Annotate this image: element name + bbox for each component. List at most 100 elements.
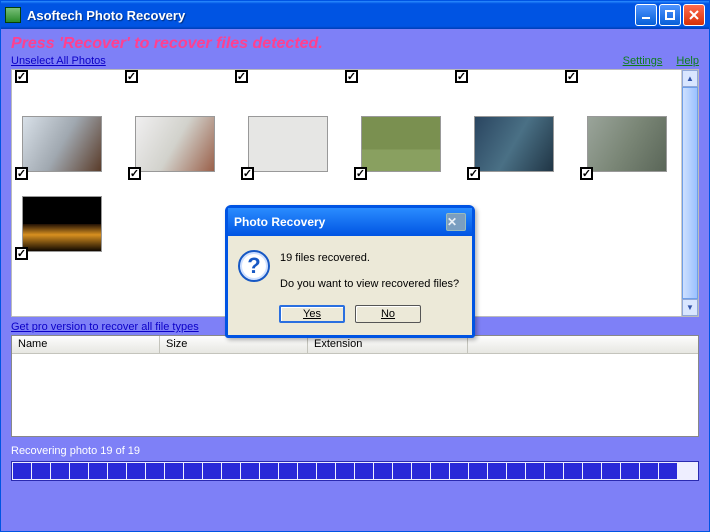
progress-segment (450, 463, 468, 479)
scroll-thumb[interactable] (682, 87, 698, 299)
checkbox[interactable] (467, 167, 480, 180)
thumbnail-image (22, 196, 102, 252)
scrollbar[interactable]: ▲ ▼ (681, 70, 698, 316)
progress-segment (260, 463, 278, 479)
progress-segment (374, 463, 392, 479)
dialog-body: ? 19 files recovered. Do you want to vie… (228, 236, 472, 301)
checkbox[interactable] (128, 167, 141, 180)
dialog-line1: 19 files recovered. (280, 250, 459, 268)
window-title: Asoftech Photo Recovery (27, 8, 635, 23)
progress-segment (393, 463, 411, 479)
status-text: Recovering photo 19 of 19 (11, 445, 699, 457)
progress-segment (469, 463, 487, 479)
progress-segment (222, 463, 240, 479)
yes-button[interactable]: Yes (279, 305, 345, 323)
progress-segment (51, 463, 69, 479)
progress-segment (507, 463, 525, 479)
progress-segment (659, 463, 677, 479)
progress-segment (526, 463, 544, 479)
checkbox[interactable] (235, 70, 248, 83)
thumbnail-image (474, 116, 554, 172)
checkbox[interactable] (455, 70, 468, 83)
table-body (12, 354, 698, 436)
progress-segment (13, 463, 31, 479)
checkbox[interactable] (565, 70, 578, 83)
progress-segment (621, 463, 639, 479)
col-empty (468, 336, 698, 353)
progress-segment (412, 463, 430, 479)
thumbnail-image (587, 116, 667, 172)
question-icon: ? (238, 250, 270, 282)
progress-segment (640, 463, 658, 479)
table-header: Name Size Extension (12, 336, 698, 354)
progress-segment (165, 463, 183, 479)
thumbnail-image (361, 116, 441, 172)
settings-link[interactable]: Settings (623, 55, 663, 67)
scroll-up-icon[interactable]: ▲ (682, 70, 698, 87)
scroll-down-icon[interactable]: ▼ (682, 299, 698, 316)
help-link[interactable]: Help (676, 55, 699, 67)
checkbox[interactable] (580, 167, 593, 180)
progress-segment (545, 463, 563, 479)
close-button[interactable] (683, 4, 705, 26)
thumbnail-image (135, 116, 215, 172)
close-icon (688, 9, 700, 21)
checkbox[interactable] (125, 70, 138, 83)
no-button[interactable]: No (355, 305, 421, 323)
progress-segment (32, 463, 50, 479)
titlebar: Asoftech Photo Recovery (1, 1, 709, 29)
app-icon (5, 7, 21, 23)
progress-segment (336, 463, 354, 479)
checkbox[interactable] (15, 167, 28, 180)
instruction-text: Press 'Recover' to recover files detecte… (11, 35, 699, 53)
top-link-row: Unselect All Photos Settings Help (11, 55, 699, 67)
progress-segment (602, 463, 620, 479)
maximize-button[interactable] (659, 4, 681, 26)
app-window: Asoftech Photo Recovery Press 'Recover' … (0, 0, 710, 532)
dialog-line2: Do you want to view recovered files? (280, 276, 459, 294)
dialog-title: Photo Recovery (234, 215, 446, 229)
col-extension[interactable]: Extension (308, 336, 468, 353)
close-icon: ✕ (447, 215, 465, 229)
recovery-dialog: Photo Recovery ✕ ? 19 files recovered. D… (225, 205, 475, 338)
progress-segment (355, 463, 373, 479)
progress-segment (184, 463, 202, 479)
progress-segment (279, 463, 297, 479)
pro-version-link[interactable]: Get pro version to recover all file type… (11, 321, 199, 333)
thumbnail-cell[interactable] (587, 116, 672, 172)
progress-segment (89, 463, 107, 479)
progress-segment (70, 463, 88, 479)
thumbnail-cell[interactable] (248, 116, 333, 172)
maximize-icon (664, 9, 676, 21)
dialog-buttons: Yes No (228, 301, 472, 335)
window-controls (635, 4, 705, 26)
minimize-icon (640, 9, 652, 21)
unselect-all-link[interactable]: Unselect All Photos (11, 55, 106, 67)
checkbox[interactable] (15, 247, 28, 260)
progress-segment (146, 463, 164, 479)
thumbnail-cell[interactable] (22, 196, 107, 252)
progress-segment (583, 463, 601, 479)
file-table: Name Size Extension (11, 335, 699, 437)
thumbnail-cell[interactable] (22, 116, 107, 172)
thumbnail-cell[interactable] (361, 116, 446, 172)
dialog-close-button[interactable]: ✕ (446, 213, 466, 231)
progress-bar (11, 461, 699, 481)
thumbnail-image (22, 116, 102, 172)
progress-segment (127, 463, 145, 479)
thumbnail-cell[interactable] (135, 116, 220, 172)
checkbox[interactable] (15, 70, 28, 83)
col-name[interactable]: Name (12, 336, 160, 353)
thumbnail-image (248, 116, 328, 172)
col-size[interactable]: Size (160, 336, 308, 353)
checkbox[interactable] (354, 167, 367, 180)
checkbox[interactable] (241, 167, 254, 180)
progress-segment (203, 463, 221, 479)
top-check-row (12, 70, 581, 83)
progress-segment (108, 463, 126, 479)
progress-segment (488, 463, 506, 479)
thumbnail-cell[interactable] (474, 116, 559, 172)
checkbox[interactable] (345, 70, 358, 83)
minimize-button[interactable] (635, 4, 657, 26)
dialog-message: 19 files recovered. Do you want to view … (280, 250, 459, 293)
